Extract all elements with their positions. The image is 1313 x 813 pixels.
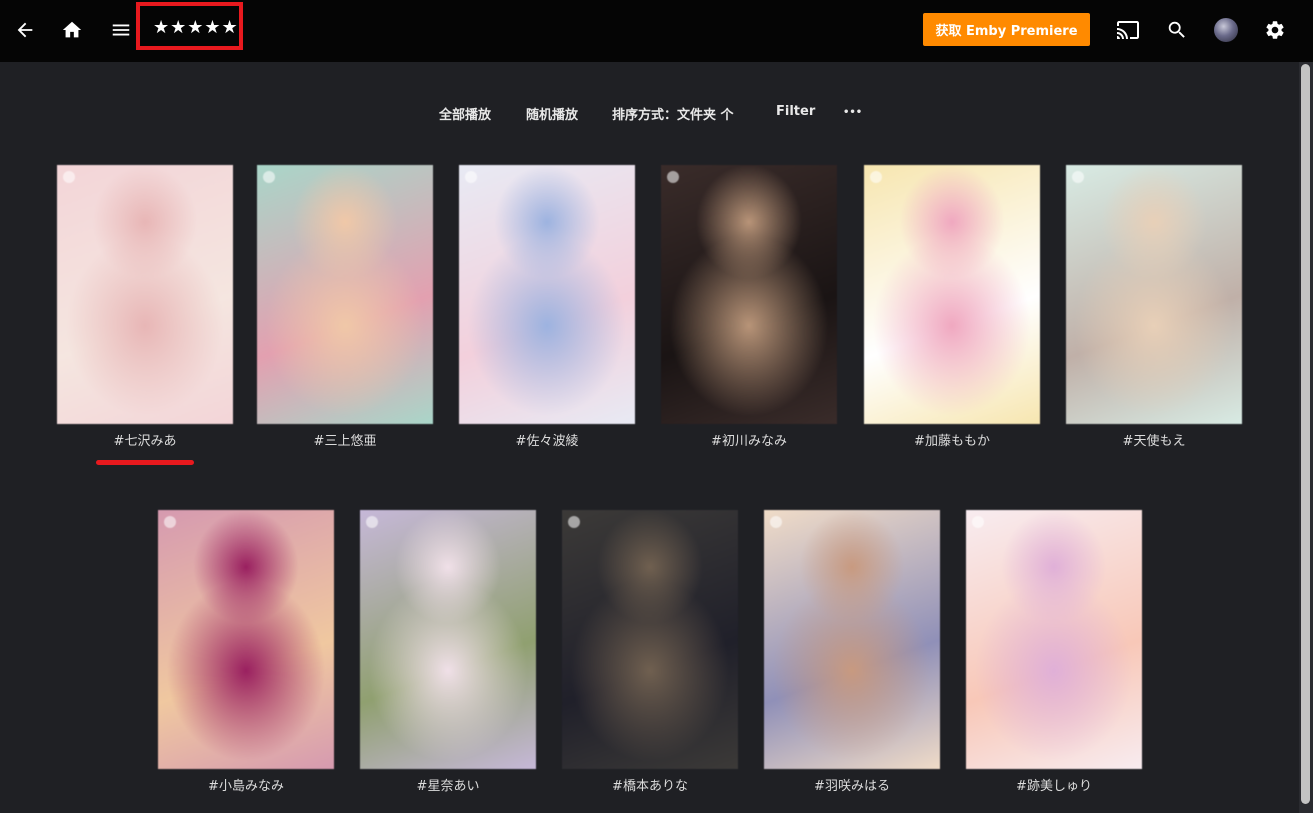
sort-button[interactable]: 排序方式：文件夹 个 [612,104,734,123]
poster-image[interactable] [158,510,334,769]
poster-card[interactable]: #跡美しゅり [966,510,1142,794]
poster-card[interactable]: #星奈あい [360,510,536,794]
poster-badge-icon [667,171,679,183]
emby-premiere-button[interactable]: 获取 Emby Premiere [923,13,1090,46]
poster-label[interactable]: #天使もえ [1066,430,1242,449]
poster-badge-icon [465,171,477,183]
filter-button[interactable]: Filter [776,104,815,119]
poster-card[interactable]: #橋本ありな [562,510,738,794]
poster-badge-icon [770,516,782,528]
poster-badge-icon [263,171,275,183]
home-icon[interactable] [57,15,87,45]
poster-label[interactable]: #佐々波綾 [459,430,635,449]
poster-image[interactable] [764,510,940,769]
poster-label[interactable]: #羽咲みはる [764,775,940,794]
poster-label[interactable]: #星奈あい [360,775,536,794]
poster-label[interactable]: #橋本ありな [562,775,738,794]
poster-card[interactable]: #佐々波綾 [459,165,635,449]
poster-image[interactable] [360,510,536,769]
poster-image[interactable] [459,165,635,424]
poster-card[interactable]: #天使もえ [1066,165,1242,449]
label-underline-highlight [96,460,194,465]
poster-card[interactable]: #小島みなみ [158,510,334,794]
poster-badge-icon [870,171,882,183]
poster-card[interactable]: #初川みなみ [661,165,837,449]
poster-image[interactable] [1066,165,1242,424]
poster-image[interactable] [864,165,1040,424]
poster-label[interactable]: #七沢みあ [57,430,233,449]
poster-card[interactable]: #三上悠亜 [257,165,433,449]
settings-gear-icon[interactable] [1260,15,1290,45]
scrollbar-thumb[interactable] [1301,64,1310,804]
poster-label[interactable]: #加藤ももか [864,430,1040,449]
poster-badge-icon [366,516,378,528]
poster-label[interactable]: #小島みなみ [158,775,334,794]
menu-icon[interactable] [106,15,136,45]
page-title: ★★★★★ [153,17,239,38]
play-all-button[interactable]: 全部播放 [439,104,491,123]
poster-badge-icon [568,516,580,528]
poster-badge-icon [1072,171,1084,183]
poster-label[interactable]: #三上悠亜 [257,430,433,449]
poster-image[interactable] [661,165,837,424]
shuffle-button[interactable]: 随机播放 [526,104,578,123]
back-arrow-icon[interactable] [10,15,40,45]
poster-card[interactable]: #加藤ももか [864,165,1040,449]
avatar[interactable] [1214,18,1238,42]
poster-badge-icon [164,516,176,528]
poster-image[interactable] [257,165,433,424]
poster-image[interactable] [966,510,1142,769]
poster-badge-icon [972,516,984,528]
poster-card[interactable]: #七沢みあ [57,165,233,449]
poster-label[interactable]: #跡美しゅり [966,775,1142,794]
cast-icon[interactable] [1113,15,1143,45]
poster-image[interactable] [57,165,233,424]
poster-badge-icon [63,171,75,183]
search-icon[interactable] [1162,15,1192,45]
more-options-icon[interactable]: ••• [843,107,862,118]
poster-image[interactable] [562,510,738,769]
poster-label[interactable]: #初川みなみ [661,430,837,449]
poster-card[interactable]: #羽咲みはる [764,510,940,794]
